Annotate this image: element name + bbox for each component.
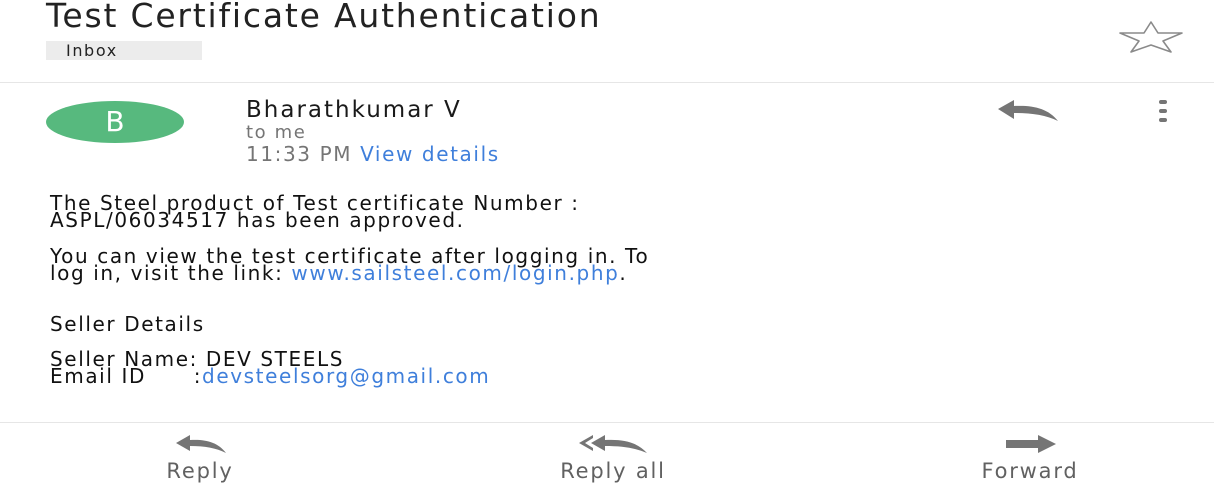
time-and-details: 11:33 PM View details (246, 142, 500, 166)
reply-label: Reply (166, 459, 234, 483)
inbox-label-chip[interactable]: Inbox (46, 41, 202, 60)
email-subject: Test Certificate Authentication (46, 0, 602, 35)
recipient-text: to me (246, 122, 307, 143)
forward-icon (1006, 435, 1056, 453)
reply-icon (176, 435, 226, 453)
seller-email-link[interactable]: devsteelsorg@gmail.com (202, 364, 490, 388)
body-line-4: log in, visit the link: www.sailsteel.co… (50, 263, 627, 283)
reply-button[interactable]: Reply (130, 434, 270, 484)
email-id-label: Email ID : (50, 364, 203, 388)
line-end-period: . (619, 261, 628, 285)
body-line-2: ASPL/06034517 has been approved. (50, 208, 465, 232)
footer-divider (0, 422, 1214, 423)
reply-all-icon (579, 435, 647, 453)
star-outline-icon[interactable] (1116, 20, 1186, 54)
seller-details-heading: Seller Details (50, 312, 205, 336)
email-time: 11:33 PM (246, 142, 353, 166)
seller-email-line: Email ID :devsteelsorg@gmail.com (50, 366, 490, 386)
forward-button[interactable]: Forward (930, 434, 1130, 484)
reply-all-button[interactable]: Reply all (510, 434, 716, 484)
login-link[interactable]: www.sailsteel.com/login.php (291, 261, 619, 285)
sender-name: Bharathkumar V (246, 97, 462, 123)
view-details-link[interactable]: View details (360, 142, 500, 166)
login-instruction: log in, visit the link: (50, 261, 292, 285)
reply-all-label: Reply all (560, 459, 666, 483)
header-divider (0, 82, 1214, 83)
forward-label: Forward (981, 459, 1079, 483)
sender-avatar[interactable]: B (46, 101, 184, 143)
reply-icon[interactable] (994, 99, 1060, 123)
action-bar: Reply Reply all Forward (0, 434, 1214, 484)
more-vertical-icon[interactable] (1156, 99, 1170, 123)
